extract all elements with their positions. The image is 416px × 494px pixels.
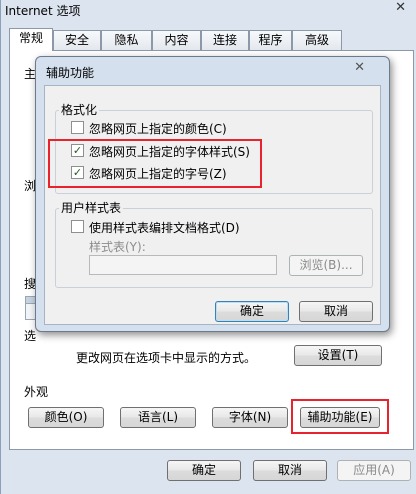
colors-button[interactable]: 颜色(O) [28, 407, 104, 428]
stylesheet-field-label: 样式表(Y): [89, 240, 146, 254]
languages-button[interactable]: 语言(L) [120, 407, 196, 428]
stylesheet-path-input[interactable] [89, 255, 277, 275]
tabs-section-label: 选 [24, 329, 37, 343]
dialog-title: 辅助功能 [46, 66, 95, 80]
ignore-colors-label: 忽略网页上指定的颜色(C) [89, 122, 227, 136]
dialog-cancel-button[interactable]: 取消 [299, 301, 373, 322]
dialog-ok-button[interactable]: 确定 [215, 301, 289, 322]
formatting-group-title: 格式化 [59, 101, 100, 118]
fonts-button[interactable]: 字体(N) [212, 407, 288, 428]
tab-connections[interactable]: 连接 [201, 30, 249, 50]
appearance-section-label: 外观 [24, 385, 49, 399]
tab-programs[interactable]: 程序 [249, 30, 292, 50]
tab-general[interactable]: 常规 [9, 28, 53, 51]
tab-security[interactable]: 安全 [53, 30, 101, 50]
window-title: Internet 选项 [5, 4, 81, 18]
user-stylesheet-group-title: 用户样式表 [59, 199, 124, 216]
tabs-settings-button[interactable]: 设置(T) [294, 345, 382, 366]
tabs-description: 更改网页在选项卡中显示的方式。 [76, 351, 257, 365]
tab-content[interactable]: 内容 [152, 30, 201, 50]
dialog-close-icon[interactable]: ✕ [354, 60, 365, 75]
apply-button[interactable]: 应用(A) [337, 460, 411, 481]
ok-button[interactable]: 确定 [167, 460, 241, 481]
tab-privacy[interactable]: 隐私 [101, 30, 152, 50]
accessibility-highlight-box [291, 399, 389, 434]
dialog-body: 格式化 忽略网页上指定的颜色(C) ✓ 忽略网页上指定的字体样式(S) ✓ 忽略… [44, 85, 381, 325]
use-stylesheet-label: 使用样式表编排文档格式(D) [89, 221, 240, 235]
accessibility-dialog: 辅助功能 ✕ 格式化 忽略网页上指定的颜色(C) ✓ 忽略网页上指定的字体样式(… [35, 56, 390, 332]
font-options-highlight-box [48, 139, 262, 188]
close-icon[interactable]: ✕ [395, 0, 406, 15]
browse-button[interactable]: 浏览(B)... [289, 255, 363, 276]
tab-advanced[interactable]: 高级 [292, 30, 342, 50]
cancel-button[interactable]: 取消 [253, 460, 327, 481]
ignore-colors-checkbox[interactable] [71, 121, 84, 134]
use-stylesheet-checkbox[interactable] [71, 220, 84, 233]
